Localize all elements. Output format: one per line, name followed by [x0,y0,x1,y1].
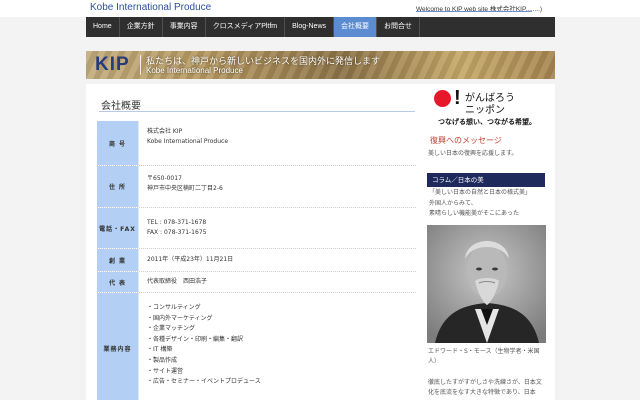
row-label: 商 号 [97,121,138,165]
row-value: 〒650-0017 神戸市中央区楠町二丁目2-6 [138,166,416,207]
kip-logo: KIP [95,54,130,75]
ganbarou-tagline: つなげる想い、つながる希望。 [438,118,536,126]
row-line: ・国内外マーケティング [147,314,213,322]
row-line: TEL : 078-371-1678 [147,219,207,226]
column-line: 「美しい日本の自然と日本の様式美」 [429,189,532,196]
row-line: 代表取締役 西田浩子 [147,278,208,285]
column-body-text: 徹底したすがすがしさや洗練さが、日本文化を底流をなす大きな特徴であり、日本 [428,379,542,396]
table-row-phone-fax: 電話・FAX TEL : 078-371-1678 FAX : 078-371-… [97,208,416,249]
nav-item-contact[interactable]: お問合せ [377,17,421,37]
table-row-representative: 代 表 代表取締役 西田浩子 [97,272,416,293]
nav-item-company[interactable]: 会社概要 [334,17,378,37]
row-label: 代 表 [97,272,138,292]
nippon-text: ニッポン [465,105,505,116]
row-label: 電話・FAX [97,208,138,248]
table-row-business: 業務内容 ・コンサルティング ・国内外マーケティング ・企業マッチング ・各種デ… [97,293,416,400]
page-title: 会社概要 [101,101,141,112]
row-line: 2011年（平成23年）11月21日 [147,256,234,263]
row-line: 神戸市中央区楠町二丁目2-6 [147,185,223,192]
column-heading: コラム／日本の美 [427,173,545,187]
table-row-founded: 創 業 2011年（平成23年）11月21日 [97,249,416,272]
top-bar: Kobe International Produce Welcome to KI… [0,0,640,17]
nav-item-home[interactable]: Home [86,17,120,37]
row-value: 2011年（平成23年）11月21日 [138,249,416,271]
row-line: ・製品作成 [147,356,178,364]
welcome-underline [416,11,532,12]
table-row-address: 住 所 〒650-0017 神戸市中央区楠町二丁目2-6 [97,166,416,208]
banner-subtitle: Kobe International Produce [146,66,243,75]
nav-item-crossmedia[interactable]: クロスメディアPltfm [206,17,286,37]
banner-divider [140,55,141,75]
nav-item-policy[interactable]: 企業方針 [120,17,163,37]
nav-item-business[interactable]: 事業内容 [163,17,206,37]
nav-item-blog-news[interactable]: Blog-News [285,17,335,37]
column-line: 外国人からみて、 [429,199,477,207]
row-line: ・IT 構築 [147,346,173,354]
row-label: 住 所 [97,166,138,207]
portrait-caption: エドワード・S・モース（生物学者・米国人） [428,348,540,365]
exclamation-icon: ! [454,87,461,109]
row-line: ・各種デザイン・印刷・編集・翻訳 [147,335,244,343]
column-text: 「美しい日本の自然と日本の様式美」 外国人からみて、 素晴らしい機能美がそこにあ… [429,188,531,220]
row-label: 業務内容 [97,293,138,400]
row-value: 代表取締役 西田浩子 [138,272,416,292]
row-line: ・サイト運営 [147,367,184,375]
content-area: 会社概要 商 号 株式会社 KIP Kobe International Pro… [86,84,555,400]
red-circle-icon [434,90,451,107]
main-nav: Home 企業方針 事業内容 クロスメディアPltfm Blog-News 会社… [86,17,555,37]
row-line: ・広告・セミナー・イベントプロデュース [147,378,261,386]
recovery-message-title[interactable]: 復興へのメッセージ [430,135,502,146]
row-line: FAX : 078-371-1675 [147,229,207,236]
row-line: 株式会社 KIP [147,128,183,135]
row-line: ・企業マッチング [147,325,196,333]
table-row-name: 商 号 株式会社 KIP Kobe International Produce [97,121,416,166]
row-value: TEL : 078-371-1678 FAX : 078-371-1675 [138,208,416,248]
morse-portrait-image [427,225,546,343]
row-value: ・コンサルティング ・国内外マーケティング ・企業マッチング ・各種デザイン・印… [138,293,416,400]
site-title[interactable]: Kobe International Produce [90,2,211,13]
recovery-message-text: 美しい日本の復興を応援します。 [428,150,518,157]
row-value: 株式会社 KIP Kobe International Produce [138,121,416,165]
portrait-svg [427,225,546,343]
row-line: Kobe International Produce [147,138,229,145]
row-line: ・コンサルティング [147,304,201,311]
title-divider [99,111,415,112]
row-label: 創 業 [97,249,138,271]
row-line: 〒650-0017 [147,175,182,182]
header-banner: KIP 私たちは、神戸から新しいビジネスを国内外に発信します Kobe Inte… [86,51,555,79]
ganbarou-nippon-banner[interactable]: ! がんばろう ニッポン つなげる想い、つながる希望。 [432,88,545,128]
column-line: 素晴らしい機能美がそこにあった [429,210,520,217]
company-info-table: 商 号 株式会社 KIP Kobe International Produce … [97,121,416,400]
